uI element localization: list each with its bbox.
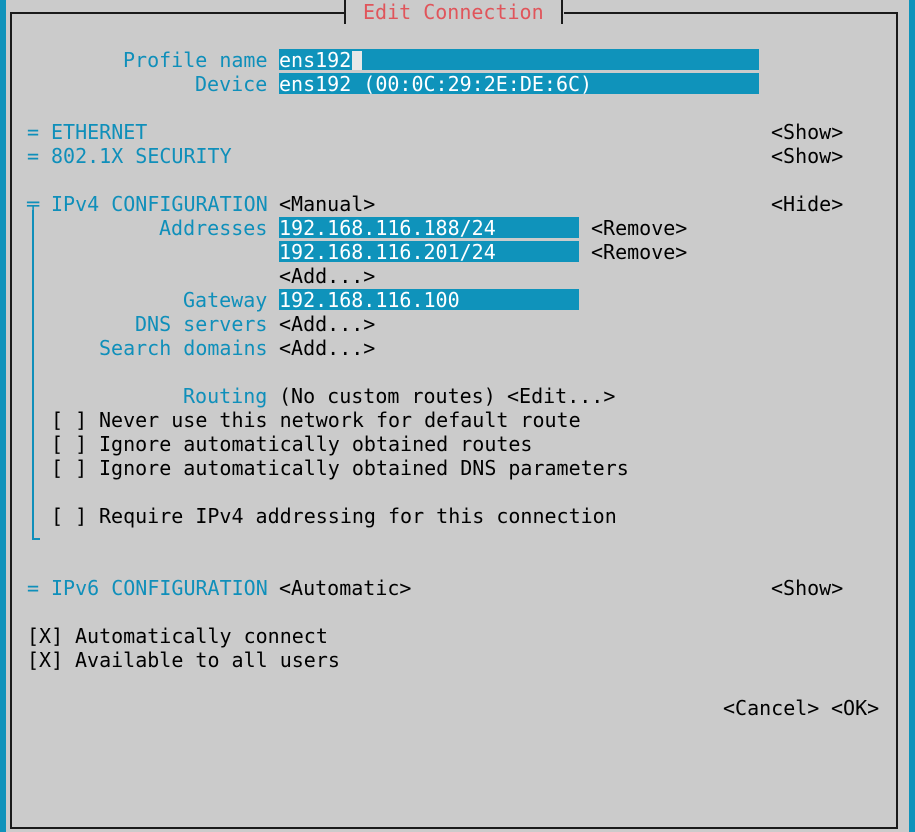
address-input-2[interactable]: 192.168.116.201/24 bbox=[279, 241, 579, 263]
gateway-label: Gateway bbox=[183, 288, 268, 312]
never-default-route-checkbox[interactable]: [ ] bbox=[51, 408, 87, 432]
ignore-dns-checkbox[interactable]: [ ] bbox=[51, 456, 87, 480]
title-bracket-left bbox=[344, 0, 346, 24]
all-users-checkbox[interactable]: [X] bbox=[27, 648, 63, 672]
ipv4-mode-select[interactable]: <Manual> bbox=[279, 192, 375, 216]
all-users-label: Available to all users bbox=[75, 648, 340, 672]
routing-label: Routing bbox=[183, 384, 268, 408]
ipv6-marker: = bbox=[27, 576, 40, 600]
remove-address-button-2[interactable]: <Remove> bbox=[591, 240, 687, 264]
autoconnect-label: Automatically connect bbox=[75, 624, 328, 648]
add-search-domain-button[interactable]: <Add...> bbox=[279, 336, 375, 360]
address-input-1[interactable]: 192.168.116.188/24 bbox=[279, 217, 579, 239]
ipv6-mode-select[interactable]: <Automatic> bbox=[279, 576, 411, 600]
ipv4-tree-line bbox=[32, 210, 34, 540]
routing-value: (No custom routes) bbox=[279, 384, 496, 408]
remove-address-button-1[interactable]: <Remove> bbox=[591, 216, 687, 240]
security-marker: = bbox=[27, 144, 40, 168]
search-domains-label: Search domains bbox=[99, 336, 268, 360]
ipv4-hide-button[interactable]: <Hide> bbox=[771, 192, 843, 216]
routing-edit-button[interactable]: <Edit...> bbox=[507, 384, 615, 408]
border-bottom bbox=[10, 827, 898, 829]
add-dns-button[interactable]: <Add...> bbox=[279, 312, 375, 336]
ignore-routes-label: Ignore automatically obtained routes bbox=[99, 432, 533, 456]
gateway-input[interactable]: 192.168.116.100 bbox=[279, 289, 579, 311]
text-cursor bbox=[352, 51, 363, 70]
border-top-right bbox=[564, 12, 898, 14]
profile-name-input[interactable]: ens192 bbox=[279, 49, 759, 71]
dns-servers-label: DNS servers bbox=[135, 312, 268, 336]
device-input[interactable]: ens192 (00:0C:29:2E:DE:6C) bbox=[279, 73, 759, 95]
border-top-left bbox=[10, 12, 344, 14]
cancel-button[interactable]: <Cancel> bbox=[723, 696, 819, 720]
title-bracket-right bbox=[561, 0, 563, 24]
device-label: Device bbox=[195, 72, 268, 96]
ipv4-section-label: IPv4 CONFIGURATION bbox=[51, 192, 268, 216]
ipv6-section-label: IPv6 CONFIGURATION bbox=[51, 576, 268, 600]
ignore-routes-checkbox[interactable]: [ ] bbox=[51, 432, 87, 456]
border-right bbox=[896, 12, 898, 829]
never-default-route-label: Never use this network for default route bbox=[99, 408, 581, 432]
profile-name-label: Profile name bbox=[123, 48, 268, 72]
security-show-button[interactable]: <Show> bbox=[771, 144, 843, 168]
ethernet-marker: = bbox=[27, 120, 40, 144]
ok-button[interactable]: <OK> bbox=[831, 696, 879, 720]
autoconnect-checkbox[interactable]: [X] bbox=[27, 624, 63, 648]
addresses-label: Addresses bbox=[159, 216, 268, 240]
require-ipv4-checkbox[interactable]: [ ] bbox=[51, 504, 87, 528]
right-edge-strip bbox=[909, 0, 915, 832]
border-left bbox=[10, 12, 12, 829]
dialog-title: Edit Connection bbox=[363, 0, 544, 24]
ipv4-tree-corner bbox=[32, 538, 40, 540]
ignore-dns-label: Ignore automatically obtained DNS parame… bbox=[99, 456, 629, 480]
security-section-label: 802.1X SECURITY bbox=[51, 144, 232, 168]
ethernet-show-button[interactable]: <Show> bbox=[771, 120, 843, 144]
ipv6-show-button[interactable]: <Show> bbox=[771, 576, 843, 600]
add-address-button[interactable]: <Add...> bbox=[279, 264, 375, 288]
require-ipv4-label: Require IPv4 addressing for this connect… bbox=[99, 504, 617, 528]
ethernet-section-label: ETHERNET bbox=[51, 120, 148, 144]
